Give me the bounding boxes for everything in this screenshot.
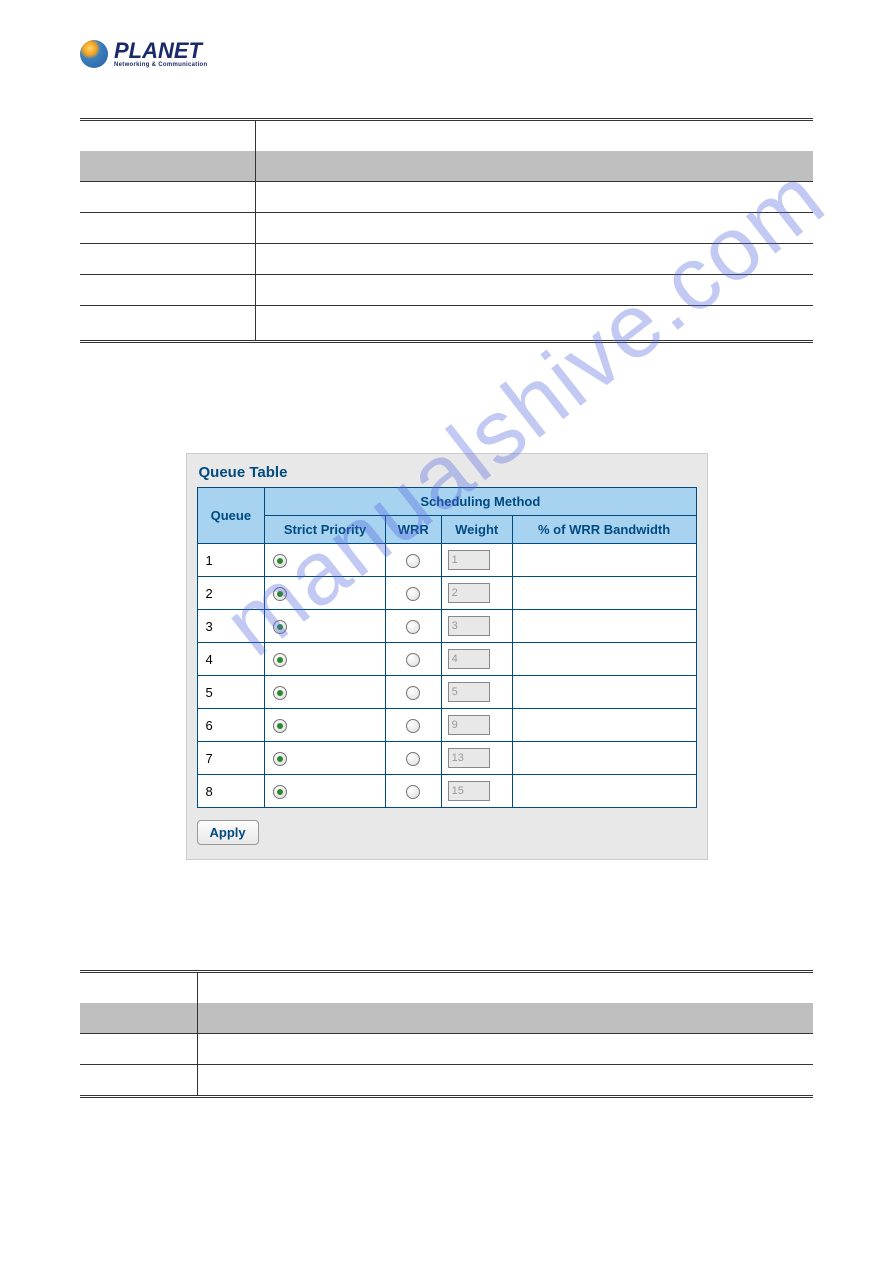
- col-weight: Weight: [441, 516, 512, 544]
- queue-cell: 5: [197, 676, 265, 709]
- sp-cell[interactable]: [265, 709, 386, 742]
- queue-cell: 2: [197, 577, 265, 610]
- weight-cell: 13: [441, 742, 512, 775]
- col-sp: Strict Priority: [265, 516, 386, 544]
- sp-cell[interactable]: [265, 577, 386, 610]
- radio-wrr[interactable]: [406, 587, 420, 601]
- bw-cell: [512, 775, 696, 808]
- queue-table-title: Queue Table: [199, 464, 697, 481]
- wrr-cell[interactable]: [385, 577, 441, 610]
- radio-sp[interactable]: [273, 719, 287, 733]
- wrr-cell[interactable]: [385, 643, 441, 676]
- wrr-cell[interactable]: [385, 742, 441, 775]
- logo: PLANET Networking & Communication: [80, 40, 813, 68]
- queue-cell: 4: [197, 643, 265, 676]
- queue-cell: 6: [197, 709, 265, 742]
- sp-cell[interactable]: [265, 775, 386, 808]
- table-row: 44: [197, 643, 696, 676]
- radio-sp[interactable]: [273, 587, 287, 601]
- radio-wrr[interactable]: [406, 686, 420, 700]
- weight-input[interactable]: 1: [448, 550, 490, 570]
- radio-sp[interactable]: [273, 653, 287, 667]
- weight-cell: 9: [441, 709, 512, 742]
- sp-cell[interactable]: [265, 742, 386, 775]
- table-row: 69: [197, 709, 696, 742]
- queue-cell: 3: [197, 610, 265, 643]
- table-row: 7 13: [197, 742, 696, 775]
- weight-input[interactable]: 9: [448, 715, 490, 735]
- wrr-cell[interactable]: [385, 544, 441, 577]
- bw-cell: [512, 676, 696, 709]
- radio-wrr[interactable]: [406, 752, 420, 766]
- weight-cell: 15: [441, 775, 512, 808]
- queue-cell: 8: [197, 775, 265, 808]
- radio-sp[interactable]: [273, 554, 287, 568]
- weight-cell: 3: [441, 610, 512, 643]
- bw-cell: [512, 610, 696, 643]
- radio-wrr[interactable]: [406, 785, 420, 799]
- queue-table-panel: Queue Table Queue Scheduling Method Stri…: [186, 453, 708, 860]
- queue-cell: 7: [197, 742, 265, 775]
- description-table-1: [80, 118, 813, 343]
- radio-sp[interactable]: [273, 620, 287, 634]
- logo-sub: Networking & Communication: [114, 62, 207, 68]
- apply-button[interactable]: Apply: [197, 820, 259, 845]
- weight-input[interactable]: 5: [448, 682, 490, 702]
- sp-cell[interactable]: [265, 610, 386, 643]
- sp-cell[interactable]: [265, 676, 386, 709]
- queue-cell: 1: [197, 544, 265, 577]
- col-wrr: WRR: [385, 516, 441, 544]
- table-row: 22: [197, 577, 696, 610]
- weight-cell: 1: [441, 544, 512, 577]
- weight-input[interactable]: 3: [448, 616, 490, 636]
- logo-main: PLANET: [114, 40, 207, 62]
- weight-cell: 2: [441, 577, 512, 610]
- weight-input[interactable]: 13: [448, 748, 490, 768]
- bw-cell: [512, 643, 696, 676]
- weight-input[interactable]: 15: [448, 781, 490, 801]
- weight-cell: 5: [441, 676, 512, 709]
- table-row: 11: [197, 544, 696, 577]
- globe-icon: [80, 40, 108, 68]
- wrr-cell[interactable]: [385, 676, 441, 709]
- radio-wrr[interactable]: [406, 653, 420, 667]
- description-table-2: [80, 970, 813, 1098]
- bw-cell: [512, 709, 696, 742]
- col-scheduling: Scheduling Method: [265, 488, 696, 516]
- col-bw: % of WRR Bandwidth: [512, 516, 696, 544]
- table-row: 55: [197, 676, 696, 709]
- radio-sp[interactable]: [273, 686, 287, 700]
- table-row: 33: [197, 610, 696, 643]
- wrr-cell[interactable]: [385, 775, 441, 808]
- col-queue: Queue: [197, 488, 265, 544]
- bw-cell: [512, 544, 696, 577]
- bw-cell: [512, 742, 696, 775]
- table-row: 8 15: [197, 775, 696, 808]
- radio-wrr[interactable]: [406, 554, 420, 568]
- wrr-cell[interactable]: [385, 709, 441, 742]
- radio-wrr[interactable]: [406, 620, 420, 634]
- weight-input[interactable]: 4: [448, 649, 490, 669]
- bw-cell: [512, 577, 696, 610]
- weight-input[interactable]: 2: [448, 583, 490, 603]
- weight-cell: 4: [441, 643, 512, 676]
- sp-cell[interactable]: [265, 643, 386, 676]
- wrr-cell[interactable]: [385, 610, 441, 643]
- radio-sp[interactable]: [273, 785, 287, 799]
- queue-table: Queue Scheduling Method Strict Priority …: [197, 487, 697, 808]
- radio-sp[interactable]: [273, 752, 287, 766]
- sp-cell[interactable]: [265, 544, 386, 577]
- radio-wrr[interactable]: [406, 719, 420, 733]
